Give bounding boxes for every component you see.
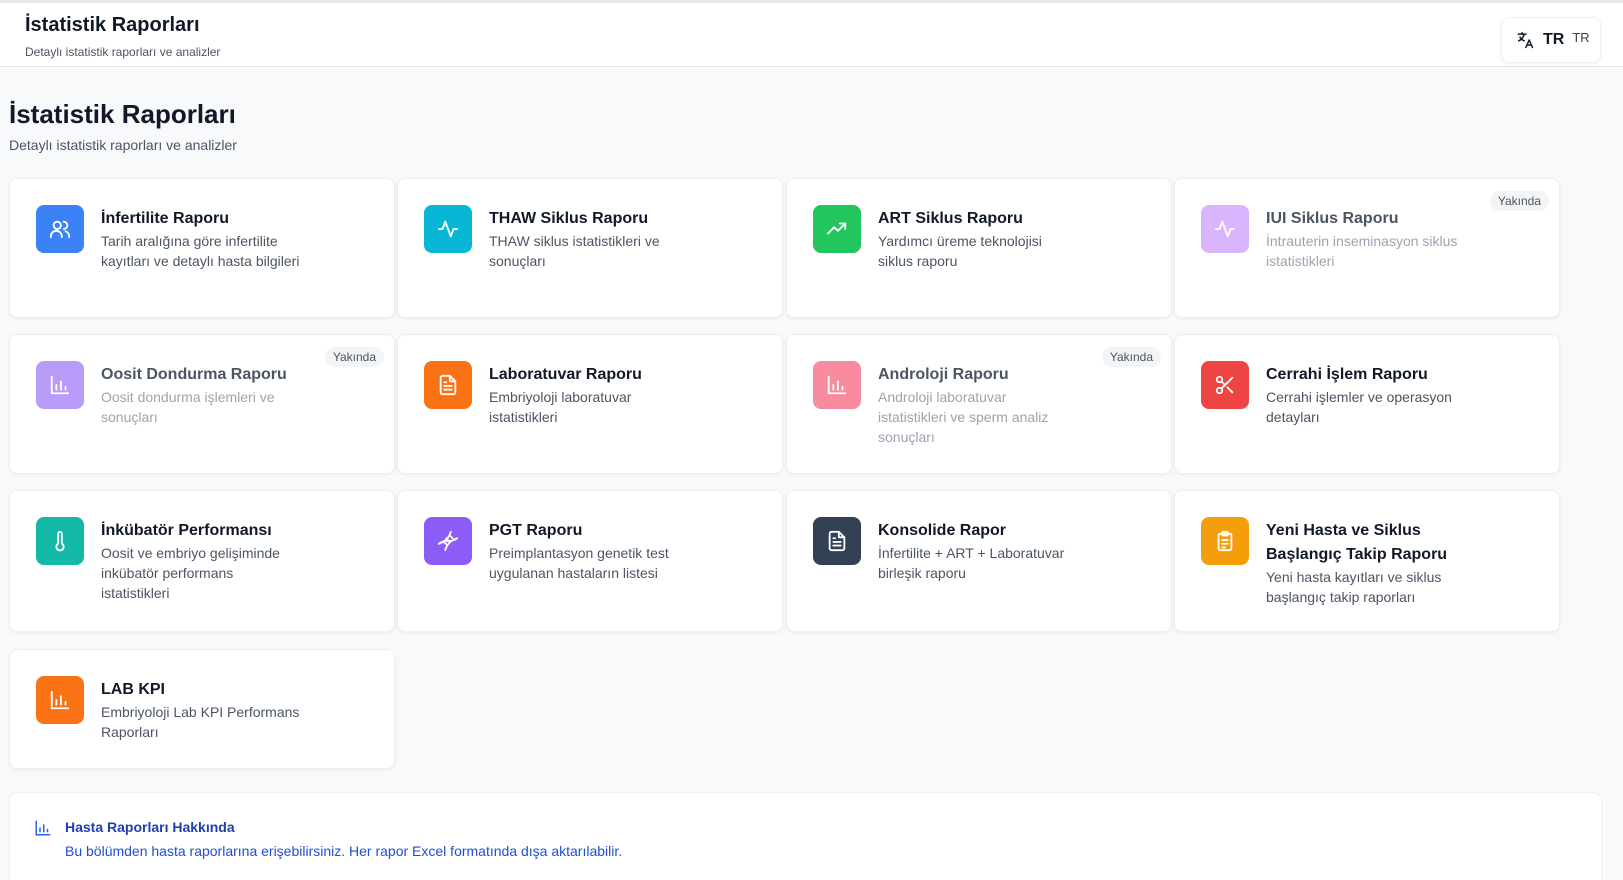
report-card-title: Oosit Dondurma Raporu	[101, 366, 287, 383]
clipboard-icon	[1201, 517, 1249, 565]
report-card-title: Yeni Hasta ve Siklus Başlangıç Takip Rap…	[1266, 522, 1448, 563]
report-card-description: Oosit ve embriyo gelişiminde inkübatör p…	[101, 545, 280, 601]
report-card-description: Tarih aralığına göre infertilite kayıtla…	[101, 233, 300, 269]
report-card-title: Laboratuvar Raporu	[489, 366, 642, 383]
bar-chart-icon	[36, 361, 84, 409]
document-icon	[424, 361, 472, 409]
bar-chart-icon	[34, 819, 52, 842]
language-code-secondary: TR	[1572, 29, 1590, 45]
report-card-title: Konsolide Rapor	[878, 522, 1007, 539]
dna-icon	[424, 517, 472, 565]
language-code: TR	[1543, 31, 1565, 48]
report-card[interactable]: İnkübatör Performansı Oosit ve embriyo ge…	[9, 490, 395, 632]
report-card-title: IUI Siklus Raporu	[1266, 210, 1399, 227]
translate-icon	[1515, 30, 1535, 50]
info-text: Bu bölümden hasta raporlarına erişebilir…	[65, 843, 623, 859]
header-subtitle: Detaylı istatistik raporları ve analizle…	[25, 45, 221, 59]
report-card-description: Preimplantasyon genetik test uygulanan h…	[489, 545, 669, 581]
bar-chart-icon	[813, 361, 861, 409]
report-card-description: Oosit dondurma işlemleri ve sonuçları	[101, 389, 275, 425]
report-card-description: Yeni hasta kayıtları ve siklus başlangıç…	[1266, 569, 1442, 605]
top-bar: İstatistik Raporları Detaylı istatistik …	[0, 0, 1623, 67]
coming-soon-badge: Yakında	[1489, 191, 1549, 211]
coming-soon-badge: Yakında	[324, 347, 384, 367]
thermometer-icon	[36, 517, 84, 565]
header-title: İstatistik Raporları	[25, 14, 200, 36]
report-card-description: THAW siklus istatistikleri ve sonuçları	[489, 233, 660, 269]
report-card[interactable]: LAB KPI Embriyoloji Lab KPI Performans Ra…	[9, 649, 395, 769]
info-box: Hasta Raporları Hakkında Bu bölümden has…	[9, 792, 1602, 880]
report-card[interactable]: Cerrahi İşlem Raporu Cerrahi işlemler ve …	[1174, 334, 1560, 474]
report-card[interactable]: ART Siklus Raporu Yardımcı üreme teknoloj…	[786, 178, 1172, 318]
language-switcher[interactable]: TR TR	[1501, 17, 1601, 63]
report-card[interactable]: THAW Siklus Raporu THAW siklus istatistik…	[397, 178, 783, 318]
page-subtitle: Detaylı istatistik raporları ve analizle…	[9, 137, 237, 153]
report-card[interactable]: Oosit Dondurma Raporu Oosit dondurma işle…	[9, 334, 395, 474]
report-card[interactable]: Laboratuvar Raporu Embriyoloji laboratuva…	[397, 334, 783, 474]
report-card-description: Cerrahi işlemler ve operasyon detayları	[1266, 389, 1452, 425]
coming-soon-badge: Yakında	[1101, 347, 1161, 367]
bar-chart-icon	[36, 676, 84, 724]
report-card-description: İntrauterin inseminasyon siklus istatist…	[1266, 233, 1458, 269]
report-card-description: İnfertilite + ART + Laboratuvar birleşik…	[878, 545, 1065, 581]
report-card[interactable]: Konsolide Rapor İnfertilite + ART + Labor…	[786, 490, 1172, 632]
report-card-title: Cerrahi İşlem Raporu	[1266, 366, 1428, 383]
page-title: İstatistik Raporları	[9, 99, 236, 129]
report-card-description: Androloji laboratuvar istatistikleri ve …	[878, 389, 1049, 445]
report-card[interactable]: IUI Siklus Raporu İntrauterin inseminasyo…	[1174, 178, 1560, 318]
report-card[interactable]: Yeni Hasta ve Siklus Başlangıç Takip Rap…	[1174, 490, 1560, 632]
report-card-title: PGT Raporu	[489, 522, 583, 539]
report-card-title: LAB KPI	[101, 681, 165, 698]
document-icon	[813, 517, 861, 565]
report-card[interactable]: PGT Raporu Preimplantasyon genetik test u…	[397, 490, 783, 632]
report-card[interactable]: Androloji Raporu Androloji laboratuvar is…	[786, 334, 1172, 474]
scissors-icon	[1201, 361, 1249, 409]
info-title: Hasta Raporları Hakkında	[65, 819, 235, 835]
report-card-title: THAW Siklus Raporu	[489, 210, 649, 227]
report-card-title: ART Siklus Raporu	[878, 210, 1023, 227]
activity-icon	[424, 205, 472, 253]
report-card-title: İnfertilite Raporu	[101, 210, 230, 227]
report-card-title: Androloji Raporu	[878, 366, 1009, 383]
report-card[interactable]: İnfertilite Raporu Tarih aralığına göre i…	[9, 178, 395, 318]
users-icon	[36, 205, 84, 253]
trending-up-icon	[813, 205, 861, 253]
report-card-description: Embriyoloji laboratuvar istatistikleri	[489, 389, 632, 425]
activity-icon	[1201, 205, 1249, 253]
report-card-title: İnkübatör Performansı	[101, 522, 272, 539]
report-card-description: Embriyoloji Lab KPI Performans Raporları	[101, 704, 300, 740]
report-card-description: Yardımcı üreme teknolojisi siklus raporu	[878, 233, 1042, 269]
